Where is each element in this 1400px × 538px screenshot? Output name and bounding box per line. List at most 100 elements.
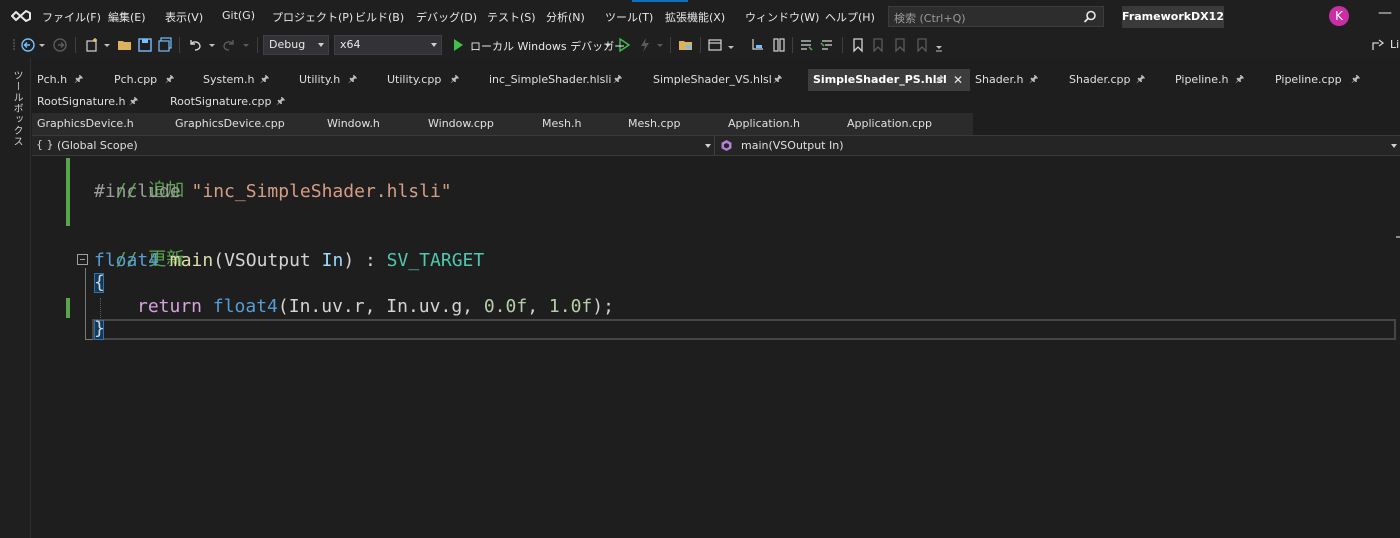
- navigate-forward-icon[interactable]: [52, 37, 68, 53]
- window-layout-icon[interactable]: [707, 37, 723, 53]
- scope-dropdown[interactable]: (Global Scope): [57, 139, 138, 152]
- new-project-icon[interactable]: [84, 37, 100, 53]
- tab-shader-cpp[interactable]: Shader.cpp 🖈: [1064, 69, 1170, 91]
- tab-label: Pipeline.h: [1175, 73, 1229, 86]
- menu-extensions[interactable]: 拡張機能(X): [665, 9, 725, 25]
- redo-dropdown-icon[interactable]: [241, 37, 251, 53]
- pin-icon[interactable]: 🖈: [773, 69, 782, 91]
- tab-simpleshader-vs-hlsl[interactable]: SimpleShader_VS.hlsl 🖈: [648, 69, 808, 91]
- chevron-down-icon[interactable]: [1391, 144, 1397, 148]
- menu-edit[interactable]: 編集(E): [108, 9, 146, 25]
- close-tab-icon[interactable]: ✕: [953, 69, 963, 91]
- code-line-6[interactable]: {: [94, 272, 105, 294]
- start-debugging-icon[interactable]: [450, 37, 466, 53]
- menu-build[interactable]: ビルド(B): [355, 9, 404, 25]
- tab-window-h[interactable]: Window.h: [322, 113, 423, 135]
- step-icon[interactable]: [750, 37, 766, 53]
- search-box[interactable]: 検索 (Ctrl+Q): [888, 6, 1104, 27]
- menu-file[interactable]: ファイル(F): [42, 9, 101, 25]
- menu-project[interactable]: プロジェクト(P): [272, 9, 353, 25]
- solution-explorer-icon[interactable]: [678, 37, 694, 53]
- pin-icon[interactable]: 🖈: [1235, 69, 1244, 91]
- new-dropdown-icon[interactable]: [102, 37, 112, 53]
- tab-application-h[interactable]: Application.h: [723, 113, 842, 135]
- code-line-7[interactable]: return float4(In.uv.r, In.uv.g, 0.0f, 1.…: [137, 296, 614, 318]
- hot-reload-dropdown-icon[interactable]: [655, 37, 665, 53]
- open-folder-icon[interactable]: [117, 37, 133, 53]
- code-editor[interactable]: [32, 157, 1400, 538]
- next-bookmark-icon[interactable]: [892, 37, 908, 53]
- menu-tools[interactable]: ツール(T): [605, 9, 653, 25]
- visual-studio-logo-icon[interactable]: [10, 7, 32, 25]
- pin-icon[interactable]: 🖈: [935, 69, 944, 91]
- tab-pch-h[interactable]: Pch.h 🖈: [32, 69, 109, 91]
- live-share-label[interactable]: Li: [1390, 38, 1399, 51]
- pin-icon[interactable]: 🖈: [348, 69, 357, 91]
- previous-bookmark-icon[interactable]: [870, 37, 886, 53]
- menu-window[interactable]: ウィンドウ(W): [745, 9, 819, 25]
- pin-icon[interactable]: 🖈: [1029, 69, 1038, 91]
- redo-icon[interactable]: [221, 37, 237, 53]
- tab-rootsignature-cpp[interactable]: RootSignature.cpp 🖈: [165, 91, 312, 113]
- member-dropdown[interactable]: main(VSOutput In): [741, 139, 844, 152]
- tab-rootsignature-h[interactable]: RootSignature.h 🖈: [32, 91, 165, 113]
- tab-label: Utility.cpp: [387, 73, 442, 86]
- back-dropdown-icon[interactable]: [37, 37, 47, 53]
- local-debugger-button[interactable]: ローカル Windows デバッガー: [470, 38, 625, 54]
- save-icon[interactable]: [137, 37, 153, 53]
- pin-icon[interactable]: 🖈: [450, 69, 459, 91]
- undo-dropdown-icon[interactable]: [207, 37, 217, 53]
- tab-mesh-h[interactable]: Mesh.h: [537, 113, 623, 135]
- hot-reload-icon[interactable]: [637, 37, 653, 53]
- solution-configuration-dropdown[interactable]: Debug: [263, 35, 329, 55]
- code-line-2[interactable]: #include "inc_SimpleShader.hlsli": [94, 181, 452, 203]
- bookmark-icon[interactable]: [850, 37, 866, 53]
- menu-view[interactable]: 表示(V): [165, 9, 203, 25]
- user-avatar[interactable]: K: [1329, 6, 1349, 26]
- menu-debug[interactable]: デバッグ(D): [416, 9, 477, 25]
- menu-test[interactable]: テスト(S): [487, 9, 536, 25]
- tab-window-cpp[interactable]: Window.cpp: [423, 113, 537, 135]
- tab-system-h[interactable]: System.h 🖈: [198, 69, 294, 91]
- pin-icon[interactable]: 🖈: [165, 69, 174, 91]
- toolbar-overflow-icon[interactable]: [934, 37, 944, 53]
- clear-bookmarks-icon[interactable]: [914, 37, 930, 53]
- tab-utility-cpp[interactable]: Utility.cpp 🖈: [382, 69, 484, 91]
- menu-analyze[interactable]: 分析(N): [546, 9, 585, 25]
- tab-utility-h[interactable]: Utility.h 🖈: [294, 69, 382, 91]
- tab-inc-simpleshader-hlsli[interactable]: inc_SimpleShader.hlsli 🖈: [484, 69, 648, 91]
- menu-git[interactable]: Git(G): [222, 9, 255, 22]
- chevron-down-icon[interactable]: [705, 144, 711, 148]
- bookmark-list-icon[interactable]: [771, 37, 787, 53]
- navigate-back-icon[interactable]: [20, 37, 36, 53]
- comment-lines-icon[interactable]: [798, 37, 814, 53]
- pin-icon[interactable]: 🖈: [1351, 69, 1360, 91]
- tab-shader-h[interactable]: Shader.h 🖈: [970, 69, 1064, 91]
- tab-pch-cpp[interactable]: Pch.cpp 🖈: [109, 69, 198, 91]
- layout-dropdown-icon[interactable]: [726, 37, 736, 53]
- toolbox-tab[interactable]: ツールボックス: [9, 70, 24, 147]
- tab-pipeline-cpp[interactable]: Pipeline.cpp 🖈: [1270, 69, 1385, 91]
- tab-graphicsdevice-cpp[interactable]: GraphicsDevice.cpp: [170, 113, 322, 135]
- pin-icon[interactable]: 🖈: [276, 91, 285, 113]
- live-share-icon[interactable]: [1370, 37, 1386, 53]
- tab-pipeline-h[interactable]: Pipeline.h 🖈: [1170, 69, 1270, 91]
- tab-graphicsdevice-h[interactable]: GraphicsDevice.h: [32, 113, 170, 135]
- save-all-icon[interactable]: [157, 37, 173, 53]
- uncomment-lines-icon[interactable]: [819, 37, 835, 53]
- collapse-toggle-icon[interactable]: [77, 254, 88, 265]
- menu-help[interactable]: ヘルプ(H): [825, 9, 875, 25]
- code-line-5[interactable]: float4 main(VSOutput In) : SV_TARGET: [94, 250, 484, 272]
- minimize-button[interactable]: —: [1378, 5, 1392, 21]
- code-line-8[interactable]: }: [94, 318, 105, 340]
- tab-simpleshader-ps-hlsl[interactable]: SimpleShader_PS.hlsl 🖈 ✕: [808, 69, 970, 91]
- solution-platform-dropdown[interactable]: x64: [334, 35, 442, 55]
- pin-icon[interactable]: 🖈: [129, 91, 138, 113]
- tab-mesh-cpp[interactable]: Mesh.cpp: [623, 113, 723, 135]
- tab-application-cpp[interactable]: Application.cpp: [842, 113, 973, 135]
- pin-icon[interactable]: 🖈: [74, 69, 83, 91]
- pin-icon[interactable]: 🖈: [1136, 69, 1145, 91]
- pin-icon[interactable]: 🖈: [613, 69, 622, 91]
- pin-icon[interactable]: 🖈: [260, 69, 269, 91]
- undo-icon[interactable]: [187, 37, 203, 53]
